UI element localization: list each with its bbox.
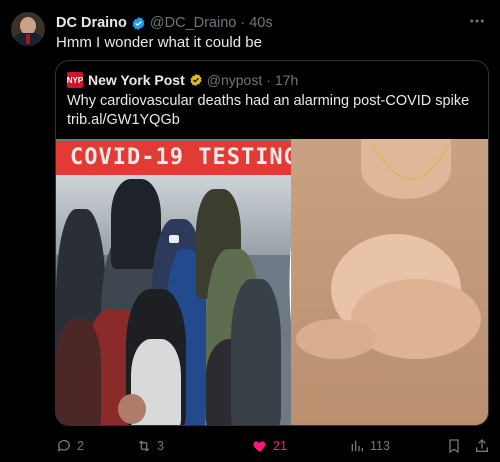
reply-count: 2 [77, 439, 84, 453]
bookmark-button[interactable] [446, 436, 467, 456]
quote-media[interactable]: COVID-19 TESTING [56, 139, 488, 425]
author-name[interactable]: DC Draino [56, 15, 127, 31]
like-count: 21 [273, 439, 287, 453]
bookmark-icon [449, 439, 459, 454]
retweet-count: 3 [157, 439, 164, 453]
covid-testing-banner: COVID-19 TESTING [56, 141, 301, 175]
tweet-header: DC Draino @DC_Draino · 40s [56, 14, 273, 32]
retweet-icon [138, 440, 150, 452]
tweet[interactable]: DC Draino @DC_Draino · 40s Hmm I wonder … [0, 0, 500, 462]
separator: · [240, 15, 246, 31]
reply-icon [57, 440, 70, 452]
quote-author-name[interactable]: New York Post [88, 72, 185, 88]
views-icon [351, 440, 363, 452]
share-button[interactable] [474, 436, 495, 456]
avatar[interactable] [11, 12, 45, 46]
quote-author-handle[interactable]: @nypost [207, 72, 262, 88]
reply-button[interactable]: 2 [56, 436, 84, 456]
more-icon[interactable] [466, 12, 488, 30]
quote-timestamp[interactable]: 17h [275, 72, 298, 88]
like-button[interactable]: 21 [252, 436, 287, 456]
timestamp[interactable]: 40s [249, 15, 272, 31]
quoted-tweet[interactable]: NYP New York Post @nypost · 17h Why card… [55, 60, 489, 426]
quote-separator: · [266, 72, 271, 88]
gold-verified-icon [190, 73, 202, 87]
covid-testing-photo: COVID-19 TESTING [56, 139, 301, 425]
share-icon [476, 439, 488, 452]
quote-avatar[interactable]: NYP [67, 72, 83, 88]
action-bar: 2 3 21 113 [56, 436, 488, 456]
tweet-text: Hmm I wonder what it could be [56, 34, 262, 51]
chest-pain-photo [291, 139, 488, 425]
views-count: 113 [370, 439, 390, 453]
like-icon [253, 441, 266, 452]
quote-text: Why cardiovascular deaths had an alarmin… [67, 93, 470, 128]
author-handle[interactable]: @DC_Draino [150, 15, 236, 31]
verified-icon [132, 16, 145, 30]
quote-header: NYP New York Post @nypost · 17h [67, 71, 298, 89]
views-button[interactable]: 113 [349, 436, 390, 456]
retweet-button[interactable]: 3 [136, 436, 164, 456]
